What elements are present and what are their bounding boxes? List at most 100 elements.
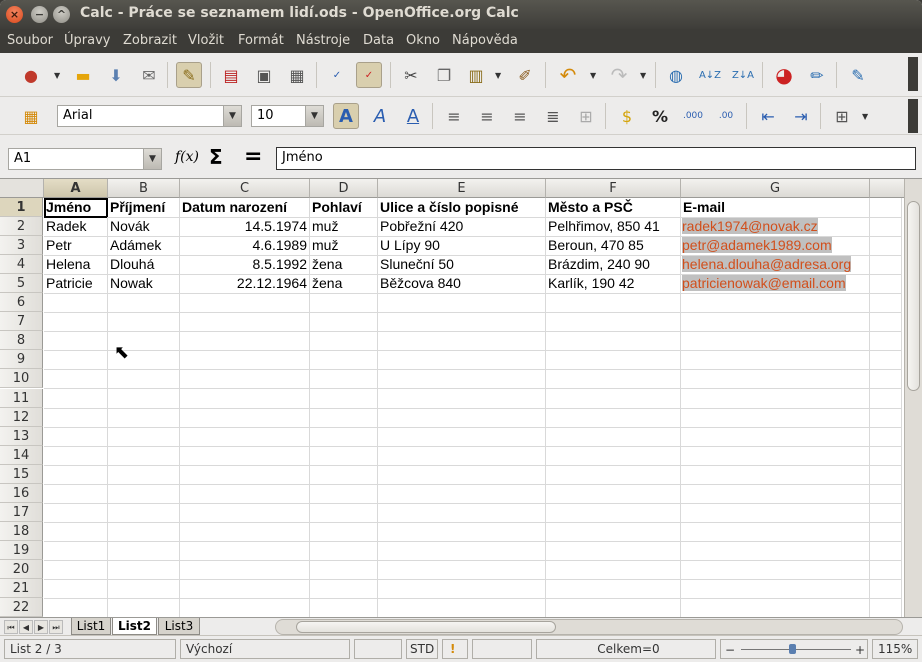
menu-upravy[interactable]: Úpravy [64, 33, 110, 48]
empty-cell[interactable] [681, 483, 870, 504]
empty-cell[interactable] [108, 426, 180, 447]
empty-cell[interactable] [310, 388, 378, 409]
next-sheet-icon[interactable]: ▶ [34, 620, 48, 634]
spellcheck-icon[interactable]: ✓ [324, 62, 350, 88]
sheet-tab-list2[interactable]: List2 [112, 618, 157, 635]
font-size-combo[interactable]: 10 ▼ [251, 105, 324, 127]
empty-cell[interactable] [310, 407, 378, 428]
data-cell[interactable]: žena [310, 255, 378, 276]
empty-cell[interactable] [108, 540, 180, 561]
empty-cell[interactable] [870, 445, 902, 466]
sheet-tab-list3[interactable]: List3 [158, 618, 200, 635]
empty-cell[interactable] [681, 464, 870, 485]
new-document-icon[interactable]: ● [18, 62, 44, 88]
row-header[interactable]: 11 [0, 388, 43, 408]
empty-cell[interactable] [44, 369, 108, 390]
italic-icon[interactable]: A [367, 103, 393, 129]
empty-cell[interactable] [378, 426, 546, 447]
empty-cell[interactable] [44, 483, 108, 504]
empty-cell[interactable] [546, 331, 681, 352]
empty-cell[interactable] [180, 464, 310, 485]
empty-cell[interactable] [681, 521, 870, 542]
font-name-combo[interactable]: Arial ▼ [57, 105, 242, 127]
empty-cell[interactable] [180, 483, 310, 504]
empty-cell[interactable] [44, 445, 108, 466]
empty-cell[interactable] [681, 579, 870, 599]
empty-cell[interactable] [378, 521, 546, 542]
empty-cell[interactable] [108, 502, 180, 523]
export-pdf-icon[interactable]: ▤ [218, 62, 244, 88]
row-header[interactable]: 14 [0, 445, 43, 465]
empty-cell[interactable] [180, 579, 310, 599]
empty-cell[interactable] [870, 579, 902, 599]
empty-cell[interactable] [378, 369, 546, 390]
empty-cell[interactable] [310, 464, 378, 485]
column-header-g[interactable]: G [681, 179, 870, 198]
empty-cell[interactable] [681, 369, 870, 390]
email-link[interactable]: petr@adamek1989.com [682, 237, 832, 254]
row-header[interactable]: 18 [0, 521, 43, 541]
empty-cell[interactable] [310, 579, 378, 599]
menu-nastroje[interactable]: Nástroje [296, 33, 350, 48]
empty-cell[interactable] [180, 293, 310, 314]
row-header[interactable]: 12 [0, 407, 43, 427]
empty-cell[interactable] [108, 464, 180, 485]
header-cell[interactable]: Pohlaví [310, 198, 378, 218]
empty-cell[interactable] [310, 598, 378, 618]
empty-cell[interactable] [681, 407, 870, 428]
header-cell[interactable]: Město a PSČ [546, 198, 681, 218]
zoom-out-icon[interactable]: − [725, 641, 735, 659]
empty-cell[interactable] [378, 464, 546, 485]
empty-cell[interactable] [681, 388, 870, 409]
justify-icon[interactable]: ≣ [540, 103, 566, 129]
header-cell[interactable]: Příjmení [108, 198, 180, 218]
print-icon[interactable]: ▣ [251, 62, 277, 88]
data-cell[interactable]: 22.12.1964 [180, 274, 310, 295]
menu-vlozit[interactable]: Vložit [188, 33, 224, 48]
empty-cell[interactable] [870, 331, 902, 352]
align-right-icon[interactable]: ≡ [507, 103, 533, 129]
empty-cell[interactable] [180, 521, 310, 542]
empty-cell[interactable] [546, 426, 681, 447]
column-header-a[interactable]: A [44, 179, 108, 198]
chart-icon[interactable]: ◕ [771, 62, 797, 88]
email-cell[interactable]: helena.dlouha@adresa.org [681, 255, 870, 276]
zoom-slider[interactable]: − + [720, 639, 868, 659]
row-header[interactable]: 8 [0, 331, 43, 351]
hyperlink-icon[interactable]: ◍ [663, 62, 689, 88]
page-style[interactable]: Výchozí [180, 639, 350, 659]
email-cell[interactable]: petr@adamek1989.com [681, 236, 870, 257]
header-cell[interactable]: E-mail [681, 198, 870, 218]
row-header[interactable]: 6 [0, 293, 43, 313]
row-header[interactable]: 19 [0, 540, 43, 560]
row-header[interactable]: 15 [0, 464, 43, 484]
empty-cell[interactable] [870, 502, 902, 523]
close-window-button[interactable]: × [6, 6, 23, 23]
empty-cell[interactable] [44, 559, 108, 580]
data-cell[interactable]: Pelhřimov, 850 41 [546, 217, 681, 238]
sheet-tab-list1[interactable]: List1 [71, 618, 111, 635]
chevron-down-icon[interactable]: ▼ [640, 71, 646, 80]
empty-cell[interactable] [681, 559, 870, 580]
vertical-scroll-thumb[interactable] [907, 201, 920, 391]
increase-indent-icon[interactable]: ⇥ [788, 103, 814, 129]
undo-icon[interactable]: ↶ [555, 62, 581, 88]
empty-cell[interactable] [870, 369, 902, 390]
show-draw-functions-icon[interactable]: ✏ [804, 62, 830, 88]
function-wizard-icon[interactable]: f(x) [175, 149, 199, 165]
empty-cell[interactable] [108, 388, 180, 409]
row-header[interactable]: 4 [0, 255, 43, 275]
empty-cell[interactable] [681, 312, 870, 333]
empty-cell[interactable] [681, 598, 870, 618]
styles-formatting-icon[interactable]: ▦ [18, 103, 44, 129]
empty-cell[interactable] [44, 426, 108, 447]
open-folder-icon[interactable]: ▬ [70, 62, 96, 88]
empty-cell[interactable] [310, 331, 378, 352]
empty-cell[interactable] [681, 350, 870, 371]
empty-cell[interactable] [546, 579, 681, 599]
chevron-down-icon[interactable]: ▼ [495, 71, 501, 80]
data-cell[interactable]: Karlík, 190 42 [546, 274, 681, 295]
email-cell[interactable]: patricienowak@email.com [681, 274, 870, 295]
vertical-scrollbar[interactable] [904, 179, 922, 618]
menu-format[interactable]: Formát [238, 33, 284, 48]
